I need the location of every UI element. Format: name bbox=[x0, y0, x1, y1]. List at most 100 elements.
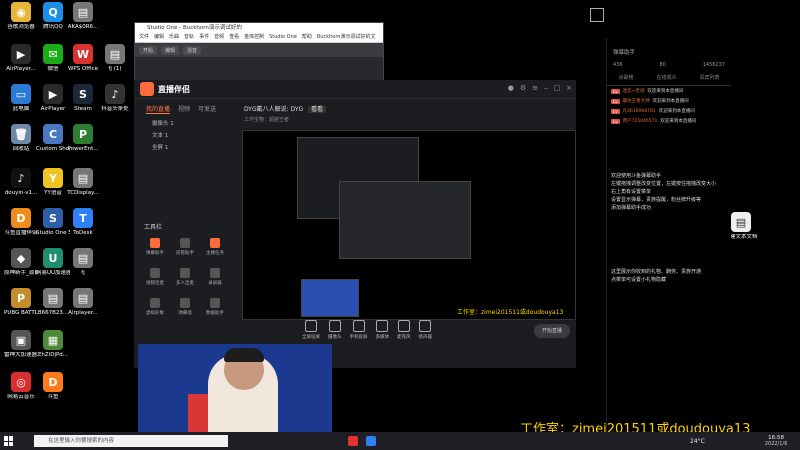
start-live-button[interactable]: 开始直播 bbox=[534, 324, 570, 338]
desktop-icon[interactable]: S Steam bbox=[66, 84, 100, 113]
close-icon[interactable]: × bbox=[566, 84, 572, 92]
tool-label: 主播任务 bbox=[206, 251, 224, 256]
live-companion-window[interactable]: 直播伴侣 ● ⚙ ≡ – □ × 我的直播 视频 可发送 摄像头 1 文本 1 全屏 1… bbox=[134, 80, 576, 368]
taskbar-search[interactable]: 在这里输入你要搜索的内容 bbox=[34, 435, 228, 447]
desktop-icon[interactable]: ▣ 雷神大加速器2010年 bbox=[4, 330, 38, 359]
desktop-icon[interactable]: ▦ EhZiDjPd... bbox=[36, 330, 70, 359]
desktop-icon[interactable]: ♪ douyin-v1... bbox=[4, 168, 38, 197]
menu-item[interactable]: 金库控制 bbox=[244, 34, 264, 40]
tool-item[interactable]: 多人连麦 bbox=[170, 268, 200, 286]
desktop-icon[interactable]: W WPS Office bbox=[66, 44, 100, 73]
tool-item[interactable]: 主播任务 bbox=[200, 238, 230, 256]
username[interactable]: 凡4616968701 bbox=[623, 108, 656, 114]
desktop-icon[interactable]: T ToDesk bbox=[66, 208, 100, 237]
control-icon bbox=[397, 320, 410, 332]
tool-item[interactable]: 录屏器 bbox=[200, 268, 230, 286]
douyu-taskbar-icon[interactable] bbox=[348, 436, 358, 446]
level-badge: Lv bbox=[611, 98, 620, 104]
studio-one-window[interactable]: Studio One - Buckhorn演示调试好的 文件 编辑 乐曲 音轨 事件 音频… bbox=[134, 22, 384, 84]
start-icon[interactable] bbox=[4, 436, 14, 446]
stream-preview[interactable]: 工作室：zimei201511或doudouya13 bbox=[242, 130, 576, 320]
username[interactable]: 最坑王者大神 bbox=[623, 98, 650, 104]
scene-item[interactable]: 全屏 1 bbox=[140, 142, 236, 154]
bottom-control[interactable]: 麦克风 bbox=[397, 320, 411, 340]
desktop-icon[interactable]: P PowerEnt... bbox=[66, 124, 100, 153]
bottom-control[interactable]: 手机投屏 bbox=[350, 320, 368, 340]
desktop-icon-label: Custom Shop bbox=[36, 146, 70, 152]
menu-item[interactable]: 事件 bbox=[199, 34, 209, 40]
desktop-icon[interactable]: ◆ 原神新手_源自1.76 bbox=[4, 248, 38, 277]
maximize-icon[interactable]: □ bbox=[554, 84, 561, 92]
scene-item[interactable]: 摄像头 1 bbox=[140, 118, 236, 130]
desktop-icon[interactable]: ▭ 此电脑 bbox=[4, 84, 38, 113]
desktop-icon[interactable]: P PUBG BATTLEGR... bbox=[4, 288, 38, 317]
desktop-icon[interactable]: ◎ 网易云音乐 bbox=[4, 372, 38, 401]
desktop-icon[interactable]: ▶ AirPlayer bbox=[36, 84, 70, 113]
danmaku-panel[interactable]: 弹幕助手 436 80 1456237 点歌榜 在线观众 贵宾列表 Lv 迷恋~无语 欢迎来… bbox=[606, 38, 731, 450]
toolbar-button[interactable]: 编辑 bbox=[161, 45, 180, 55]
tool-item[interactable]: 虚拟形象 bbox=[140, 298, 170, 316]
menu-item[interactable]: 乐曲 bbox=[169, 34, 179, 40]
message-text: 欢迎来到本直播间 bbox=[660, 119, 697, 124]
tool-item[interactable]: 视频连麦 bbox=[140, 268, 170, 286]
username[interactable]: 迷恋~无语 bbox=[623, 88, 645, 94]
bottom-control[interactable]: 摄像头 bbox=[328, 320, 342, 340]
message-text: 欢迎来到本直播间 bbox=[647, 89, 684, 94]
desktop-icon[interactable]: D 斗鱼直播伴侣 bbox=[4, 208, 38, 237]
avatar-icon[interactable]: ● bbox=[508, 84, 514, 92]
bottom-control[interactable]: 扬声器 bbox=[419, 320, 432, 340]
tool-item[interactable]: 房管助手 bbox=[170, 238, 200, 256]
desktop-icon[interactable]: ▤ AKA$0R6... bbox=[66, 2, 100, 31]
desktop-icon[interactable]: D 斗鱼 bbox=[36, 372, 70, 401]
monitor-icon[interactable] bbox=[590, 8, 604, 22]
menu-item[interactable]: 编辑 bbox=[154, 34, 164, 40]
tab[interactable]: 我的直播 bbox=[146, 104, 171, 114]
desktop-icon[interactable]: S Studio One 5快捷方式 bbox=[36, 208, 70, 237]
tool-item[interactable]: 数据助手 bbox=[200, 298, 230, 316]
menu-item[interactable]: 音频 bbox=[214, 34, 224, 40]
username[interactable]: 用户725046571 bbox=[623, 118, 658, 124]
desktop-icon[interactable]: ▤ B667B23... bbox=[36, 288, 70, 317]
tool-item[interactable]: 弹幕助手 bbox=[140, 238, 170, 256]
bottom-control[interactable]: 全屏投屏 bbox=[302, 320, 320, 340]
app-icon: ▶ bbox=[11, 44, 31, 64]
desktop-icon[interactable]: ✉ 微信 bbox=[36, 44, 70, 73]
menu-icon[interactable]: ≡ bbox=[532, 84, 538, 92]
desktop-icon[interactable]: ▶ AirPlayer... bbox=[4, 44, 38, 73]
desktop-icon[interactable]: 🗑 回收站 bbox=[4, 124, 38, 153]
tab[interactable]: 视频 bbox=[178, 104, 190, 114]
panel-tab[interactable]: 贵宾列表 bbox=[699, 74, 719, 81]
desktop-icon[interactable]: Q 腾讯QQ bbox=[36, 2, 70, 31]
tab[interactable]: 可发送 bbox=[198, 104, 216, 114]
desktop-icon[interactable]: Y YY语音 bbox=[36, 168, 70, 197]
tool-item[interactable]: 弹幕墙 bbox=[170, 298, 200, 316]
desktop-icon[interactable]: ▤ TCDisplay... bbox=[66, 168, 100, 197]
desktop-icon[interactable]: ▤ fj bbox=[66, 248, 100, 277]
desktop-icon[interactable]: ◉ 谷歌浏览器 bbox=[4, 2, 38, 31]
settings-icon[interactable]: ⚙ bbox=[520, 84, 526, 92]
scene-list: 摄像头 1 文本 1 全屏 1 bbox=[140, 118, 236, 154]
menu-item[interactable]: 音轨 bbox=[184, 34, 194, 40]
bottom-control[interactable]: 多媒体 bbox=[376, 320, 389, 340]
toolbar-button[interactable]: 混音 bbox=[183, 45, 202, 55]
scene-item[interactable]: 文本 1 bbox=[140, 130, 236, 142]
desktop-icon[interactable]: C Custom Shop bbox=[36, 124, 70, 153]
app-icon: P bbox=[73, 124, 93, 144]
todesk-taskbar-icon[interactable] bbox=[366, 436, 376, 446]
clock[interactable]: 16:58 2022/1/6 bbox=[765, 435, 787, 447]
desktop-icon[interactable]: U 网易UU加速器 bbox=[36, 248, 70, 277]
desktop-icon[interactable]: ▤ fj (1) bbox=[98, 44, 132, 73]
desktop-icon[interactable]: ♪ 抖音头条处 bbox=[98, 84, 132, 113]
app-icon: ▤ bbox=[73, 2, 93, 22]
menu-item[interactable]: 查看 bbox=[229, 34, 239, 40]
toolbar-button[interactable]: 开始 bbox=[139, 45, 158, 55]
menu-item[interactable]: Studio One bbox=[269, 34, 297, 40]
desktop-icon[interactable]: ▤ Airplayer... bbox=[66, 288, 100, 317]
chat-message: Lv 凡4616968701 欢迎来到本直播间 bbox=[607, 106, 731, 116]
menu-item[interactable]: 文件 bbox=[139, 34, 149, 40]
panel-tab[interactable]: 点歌榜 bbox=[618, 74, 633, 81]
panel-tab[interactable]: 在线观众 bbox=[656, 74, 676, 81]
streamer-tag[interactable]: 看看 bbox=[308, 106, 327, 113]
menu-item[interactable]: 帮助 bbox=[302, 34, 312, 40]
minimize-icon[interactable]: – bbox=[544, 84, 548, 92]
